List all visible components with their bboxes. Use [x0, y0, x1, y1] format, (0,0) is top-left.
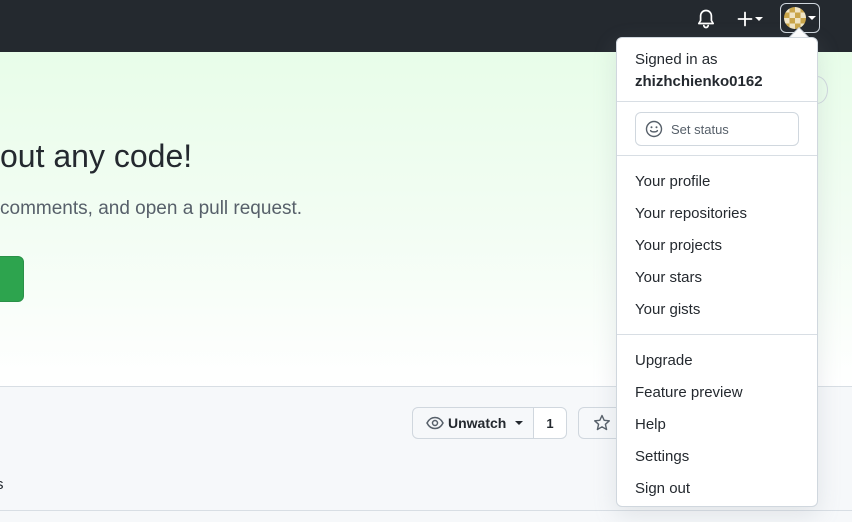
- set-status-label: Set status: [671, 121, 729, 137]
- notifications-bell-icon[interactable]: [694, 7, 718, 31]
- smiley-icon: [645, 120, 663, 138]
- create-new-menu-button[interactable]: [732, 7, 768, 31]
- menu-item-feature-preview[interactable]: Feature preview: [635, 384, 743, 401]
- signed-in-label: Signed in as: [635, 51, 718, 68]
- menu-divider: [617, 155, 817, 156]
- plus-icon: [737, 11, 753, 27]
- unwatch-label: Unwatch: [448, 415, 507, 431]
- menu-item-sign-out[interactable]: Sign out: [635, 480, 690, 497]
- menu-divider: [617, 334, 817, 335]
- menu-item-your-repositories[interactable]: Your repositories: [635, 205, 747, 222]
- menu-item-upgrade[interactable]: Upgrade: [635, 352, 693, 369]
- menu-item-your-profile[interactable]: Your profile: [635, 173, 710, 190]
- star-icon: [593, 414, 611, 432]
- hero-primary-button[interactable]: [0, 256, 24, 302]
- menu-item-your-gists[interactable]: Your gists: [635, 301, 700, 318]
- chevron-down-icon: [515, 421, 524, 425]
- menu-item-help[interactable]: Help: [635, 416, 666, 433]
- menu-item-settings[interactable]: Settings: [635, 448, 689, 465]
- watchers-count[interactable]: 1: [533, 407, 567, 439]
- avatar: [784, 7, 806, 29]
- hero-title: out any code!: [0, 138, 193, 174]
- chevron-down-icon: [755, 17, 763, 21]
- menu-divider: [617, 101, 817, 102]
- chevron-down-icon: [808, 16, 816, 20]
- signed-in-username: zhizhchienko0162: [635, 73, 763, 90]
- eye-icon: [426, 416, 444, 430]
- unwatch-button[interactable]: Unwatch: [412, 407, 534, 439]
- menu-item-your-stars[interactable]: Your stars: [635, 269, 702, 286]
- user-dropdown-menu: Signed in as zhizhchienko0162 Set status…: [616, 37, 818, 507]
- repo-tab-fragment[interactable]: s: [0, 476, 4, 493]
- tab-divider: [0, 510, 852, 511]
- hero-subtitle: comments, and open a pull request.: [0, 198, 303, 219]
- menu-item-your-projects[interactable]: Your projects: [635, 237, 722, 254]
- set-status-button[interactable]: Set status: [635, 112, 799, 146]
